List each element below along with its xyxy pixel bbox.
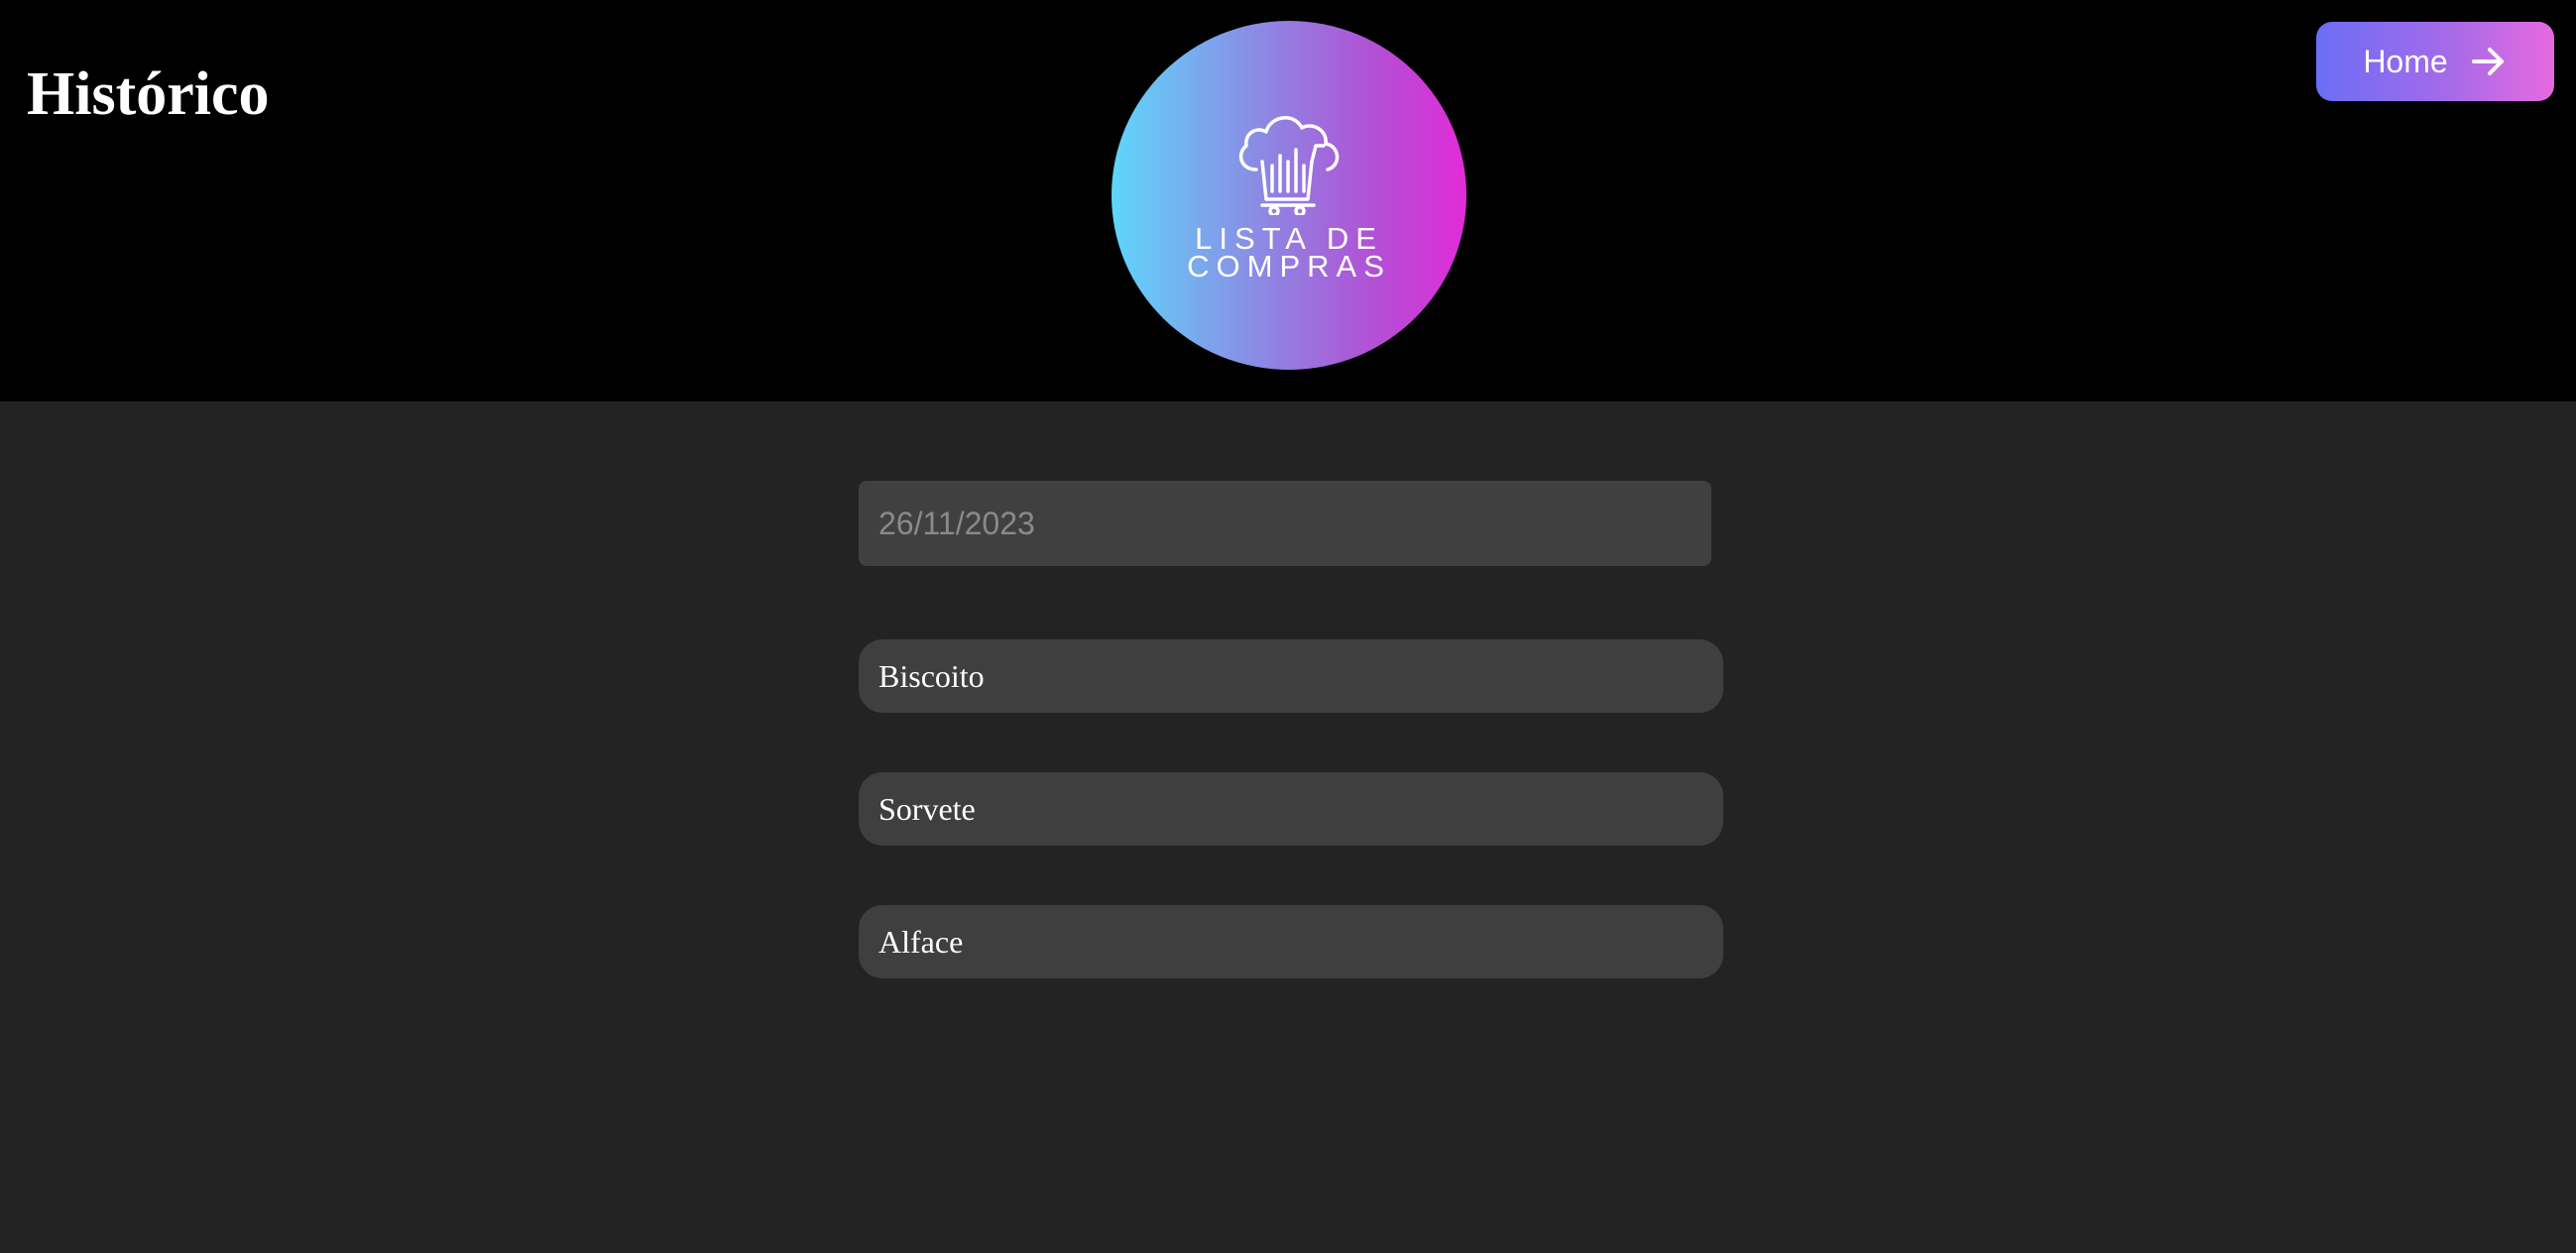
list-item[interactable]: Alface [859, 905, 1723, 978]
list-item[interactable]: Biscoito [859, 639, 1723, 713]
page-title: Histórico [27, 60, 270, 128]
arrow-right-icon [2471, 48, 2504, 75]
logo-text-line2: COMPRAS [1187, 249, 1391, 284]
date-input[interactable] [859, 481, 1711, 566]
home-button-label: Home [2363, 43, 2448, 79]
list-item[interactable]: Sorvete [859, 772, 1723, 846]
item-list: Biscoito Sorvete Alface [859, 639, 1723, 1038]
home-button[interactable]: Home [2316, 22, 2554, 101]
cloud-cart-icon [1238, 116, 1340, 215]
app-logo: LISTA DE COMPRAS [1112, 21, 1466, 370]
header: Histórico LISTA DE COMPRAS Home [0, 0, 2576, 401]
